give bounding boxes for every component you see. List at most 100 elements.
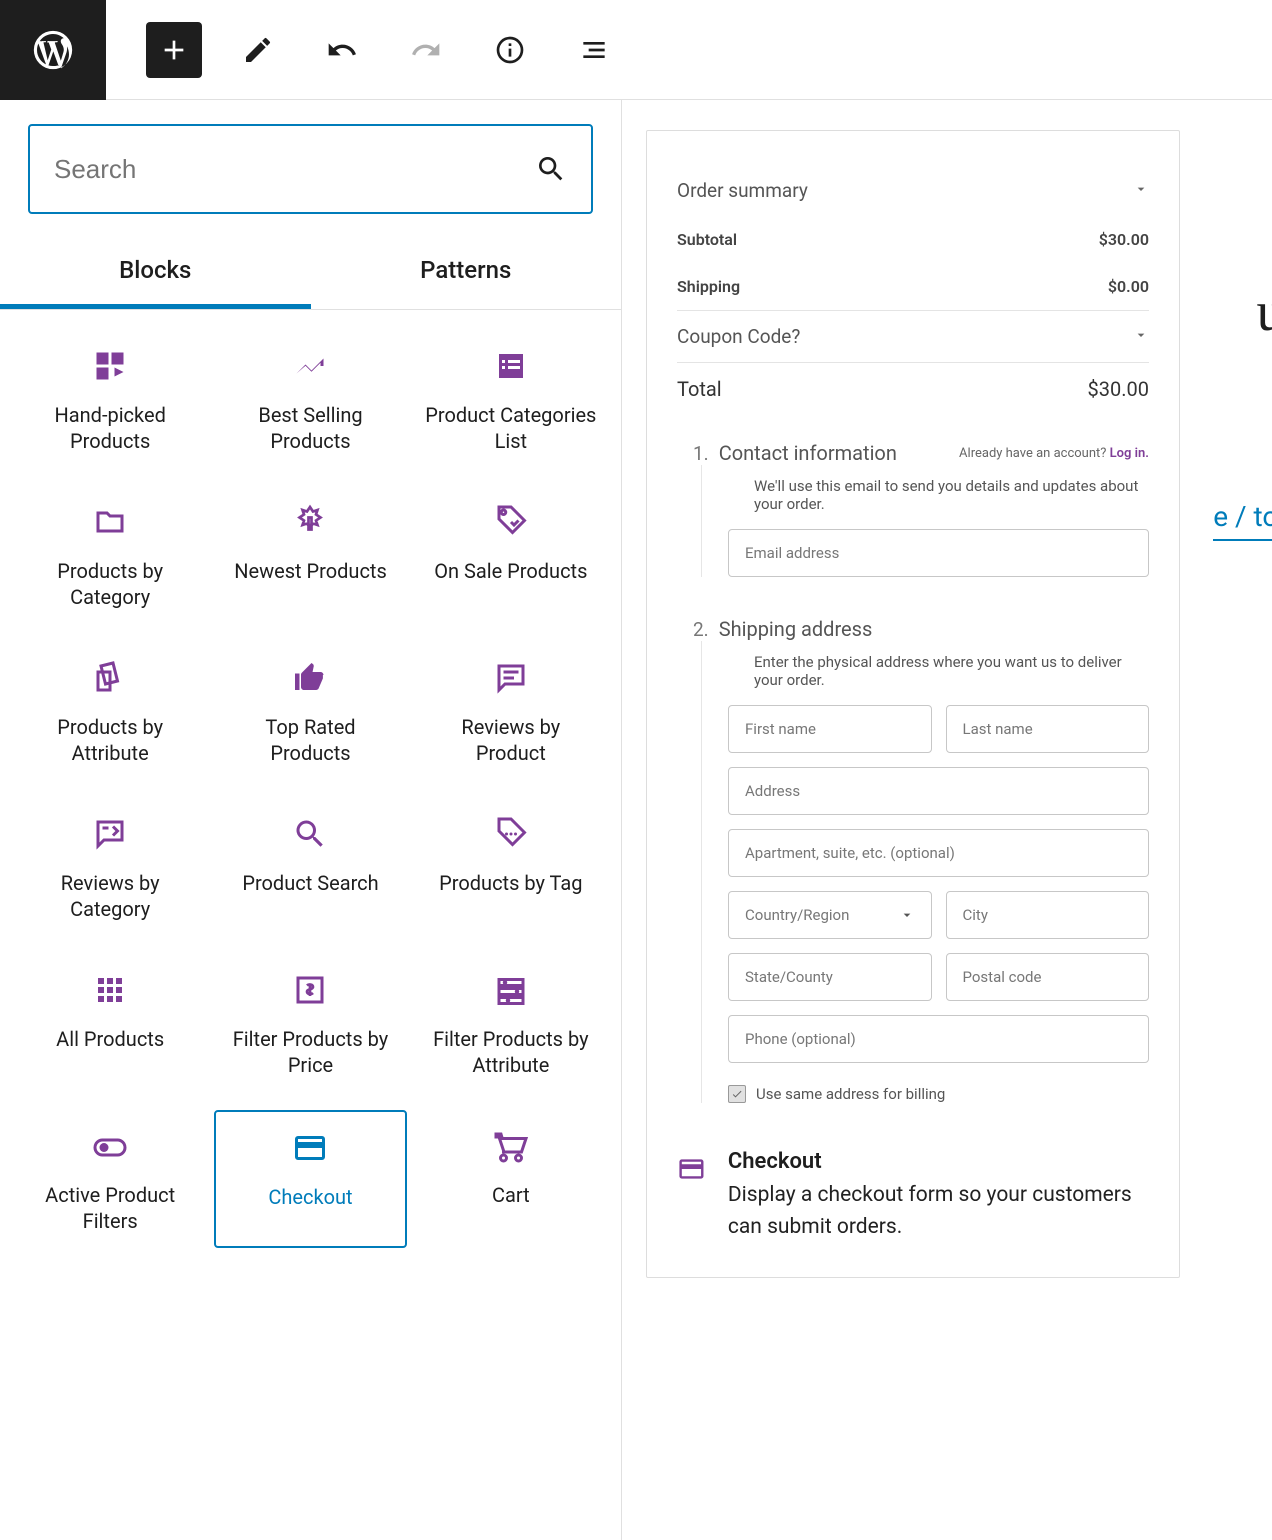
- list-icon: [493, 348, 529, 384]
- card-icon: [677, 1149, 706, 1189]
- block-item-price[interactable]: Filter Products by Price: [214, 954, 406, 1092]
- outline-button[interactable]: [566, 22, 622, 78]
- block-label: Checkout: [268, 1184, 352, 1210]
- tab-patterns[interactable]: Patterns: [311, 236, 622, 309]
- login-link[interactable]: Log in.: [1110, 446, 1149, 461]
- first-name-field[interactable]: First name: [728, 705, 932, 753]
- undo-icon: [326, 34, 358, 66]
- block-item-search[interactable]: Product Search: [214, 798, 406, 936]
- step-description: Enter the physical address where you wan…: [728, 641, 1149, 705]
- total-label: Total: [677, 377, 722, 401]
- block-item-thumb[interactable]: Top Rated Products: [214, 642, 406, 780]
- block-label: Products by Category: [24, 558, 196, 610]
- block-item-trend[interactable]: Best Selling Products: [214, 330, 406, 468]
- redo-button[interactable]: [398, 22, 454, 78]
- block-label: Active Product Filters: [24, 1182, 196, 1234]
- checkout-preview: Order summary Subtotal $30.00 Shipping $…: [646, 130, 1180, 1278]
- edit-button[interactable]: [230, 22, 286, 78]
- search-icon: [292, 816, 328, 852]
- subtotal-value: $30.00: [1099, 230, 1149, 249]
- login-prompt: Already have an account? Log in.: [959, 446, 1149, 461]
- block-label: Reviews by Product: [425, 714, 597, 766]
- shipping-label: Shipping: [677, 277, 740, 296]
- block-desc-title: Checkout: [728, 1149, 1149, 1180]
- toolbar-actions: [106, 22, 622, 78]
- block-item-tagmore[interactable]: Products by Tag: [415, 798, 607, 936]
- block-preview-panel: ut e / to c Order summary Subtotal $30.0…: [622, 100, 1272, 1540]
- same-billing-checkbox-row[interactable]: Use same address for billing: [728, 1077, 1149, 1103]
- block-label: Cart: [492, 1182, 530, 1208]
- shipping-row: Shipping $0.00: [677, 263, 1149, 310]
- checkbox-icon: [728, 1085, 746, 1103]
- address-field[interactable]: Address: [728, 767, 1149, 815]
- country-select[interactable]: Country/Region: [728, 891, 932, 939]
- info-icon: [494, 34, 526, 66]
- reviewcat-icon: [92, 816, 128, 852]
- card-icon: [292, 1130, 328, 1166]
- last-name-field[interactable]: Last name: [946, 705, 1150, 753]
- block-item-folder[interactable]: Products by Category: [14, 486, 206, 624]
- redo-icon: [410, 34, 442, 66]
- undo-button[interactable]: [314, 22, 370, 78]
- step-contact: 1. Contact information Already have an a…: [677, 415, 1149, 577]
- block-item-allgrid[interactable]: All Products: [14, 954, 206, 1092]
- block-item-cart[interactable]: Cart: [415, 1110, 607, 1248]
- wordpress-logo[interactable]: [0, 0, 106, 100]
- apartment-field[interactable]: Apartment, suite, etc. (optional): [728, 829, 1149, 877]
- chevron-down-icon: [1133, 325, 1149, 348]
- bg-page-link-fragment: e / to c: [1213, 500, 1272, 541]
- trend-icon: [292, 348, 328, 384]
- block-search[interactable]: [28, 124, 593, 214]
- postal-field[interactable]: Postal code: [946, 953, 1150, 1001]
- block-label: Hand-picked Products: [24, 402, 196, 454]
- cart-icon: [493, 1128, 529, 1164]
- review-icon: [493, 660, 529, 696]
- info-button[interactable]: [482, 22, 538, 78]
- block-label: Products by Attribute: [24, 714, 196, 766]
- block-item-reviewcat[interactable]: Reviews by Category: [14, 798, 206, 936]
- block-label: Newest Products: [234, 558, 387, 584]
- bg-page-title-fragment: ut: [1256, 280, 1272, 344]
- grid-icon: [92, 348, 128, 384]
- total-row: Total $30.00: [677, 363, 1149, 415]
- price-icon: [292, 972, 328, 1008]
- block-item-tag[interactable]: On Sale Products: [415, 486, 607, 624]
- city-field[interactable]: City: [946, 891, 1150, 939]
- block-item-grid[interactable]: Hand-picked Products: [14, 330, 206, 468]
- same-billing-label: Use same address for billing: [756, 1085, 945, 1103]
- block-label: Reviews by Category: [24, 870, 196, 922]
- block-item-review[interactable]: Reviews by Product: [415, 642, 607, 780]
- phone-field[interactable]: Phone (optional): [728, 1015, 1149, 1063]
- add-block-button[interactable]: [146, 22, 202, 78]
- search-input[interactable]: [54, 154, 535, 185]
- block-item-cards[interactable]: Products by Attribute: [14, 642, 206, 780]
- block-item-burst[interactable]: Newest Products: [214, 486, 406, 624]
- top-toolbar: [0, 0, 1272, 100]
- block-item-filterattr[interactable]: Filter Products by Attribute: [415, 954, 607, 1092]
- block-label: Top Rated Products: [224, 714, 396, 766]
- block-label: On Sale Products: [434, 558, 587, 584]
- coupon-row[interactable]: Coupon Code?: [677, 311, 1149, 362]
- block-item-list[interactable]: Product Categories List: [415, 330, 607, 468]
- filterattr-icon: [493, 972, 529, 1008]
- plus-icon: [158, 34, 190, 66]
- block-item-toggle[interactable]: Active Product Filters: [14, 1110, 206, 1248]
- tagmore-icon: [493, 816, 529, 852]
- tab-blocks[interactable]: Blocks: [0, 236, 311, 309]
- block-label: Product Categories List: [425, 402, 597, 454]
- block-label: All Products: [56, 1026, 164, 1052]
- block-item-card[interactable]: Checkout: [214, 1110, 406, 1248]
- email-field[interactable]: Email address: [728, 529, 1149, 577]
- total-value: $30.00: [1088, 377, 1149, 401]
- pencil-icon: [242, 34, 274, 66]
- block-label: Product Search: [242, 870, 378, 896]
- block-label: Products by Tag: [439, 870, 582, 896]
- inserter-tabs: Blocks Patterns: [0, 236, 621, 310]
- chevron-down-icon: [1133, 179, 1149, 202]
- subtotal-row: Subtotal $30.00: [677, 216, 1149, 263]
- block-label: Best Selling Products: [224, 402, 396, 454]
- block-label: Filter Products by Price: [224, 1026, 396, 1078]
- order-summary-header[interactable]: Order summary: [677, 165, 1149, 216]
- state-field[interactable]: State/County: [728, 953, 932, 1001]
- coupon-label: Coupon Code?: [677, 325, 800, 348]
